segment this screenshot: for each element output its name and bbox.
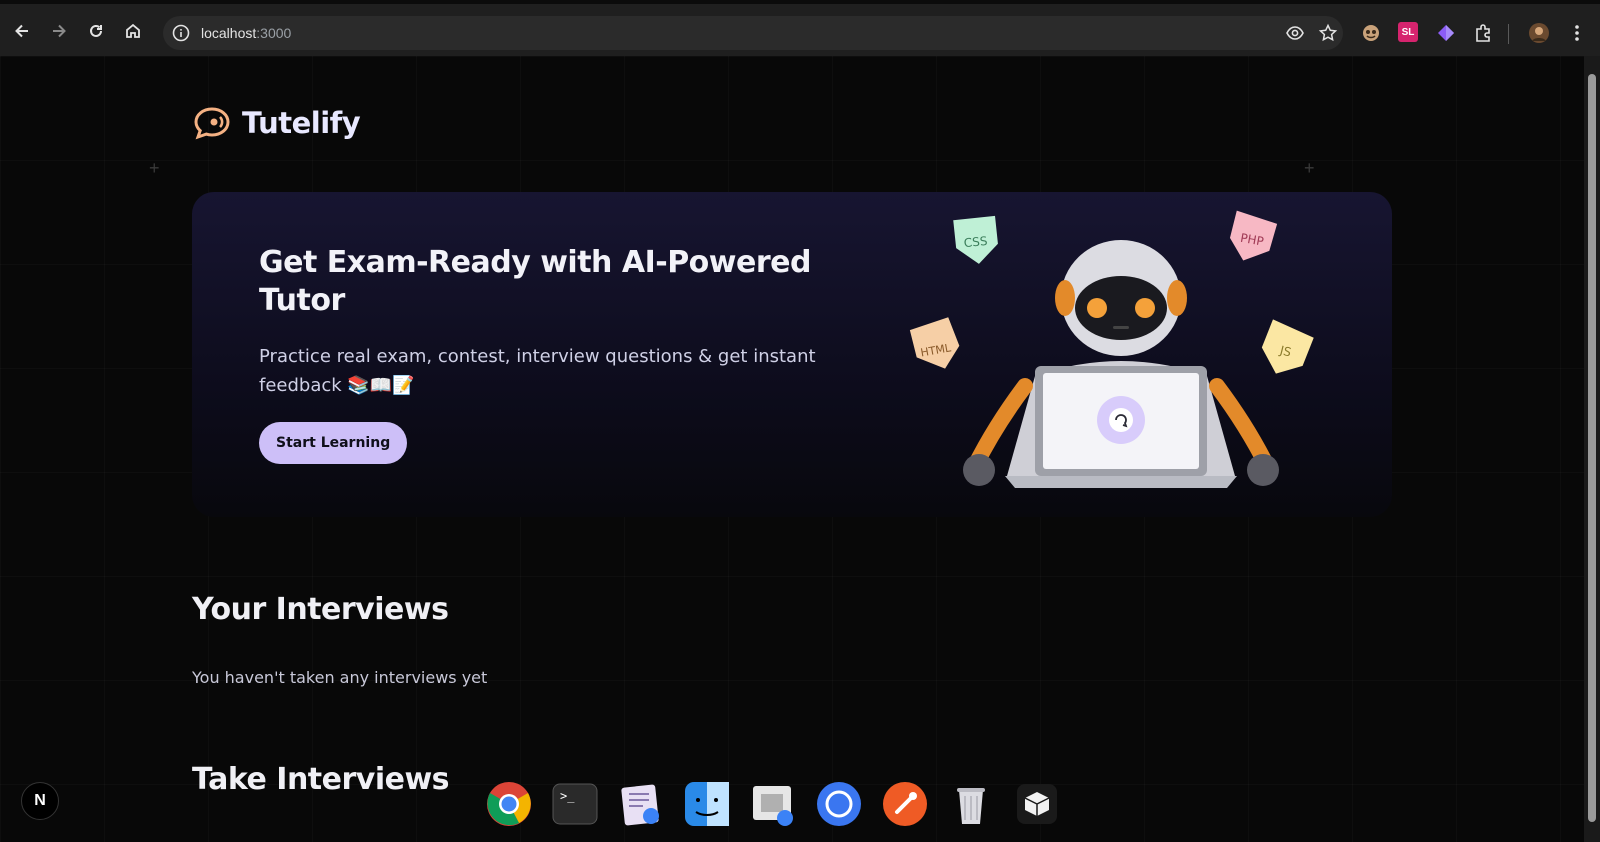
- home-icon[interactable]: [121, 19, 145, 43]
- trash-icon[interactable]: [946, 779, 996, 829]
- extension-diamond-icon[interactable]: [1435, 22, 1457, 44]
- site-info-icon[interactable]: [171, 23, 191, 43]
- brand-name: Tutelify: [242, 106, 361, 140]
- svg-text:>_: >_: [560, 789, 575, 803]
- page-scrollbar[interactable]: [1584, 56, 1600, 842]
- finder-icon[interactable]: [682, 779, 732, 829]
- extensions-puzzle-icon[interactable]: [1472, 22, 1494, 44]
- url-host: localhost: [201, 25, 257, 41]
- back-icon[interactable]: [10, 19, 34, 43]
- nextjs-dev-badge[interactable]: N: [21, 782, 59, 820]
- eye-icon[interactable]: [1285, 23, 1305, 43]
- signal-icon[interactable]: [814, 779, 864, 829]
- start-learning-button[interactable]: Start Learning: [259, 422, 408, 464]
- extension-cookie-icon[interactable]: [1360, 22, 1382, 44]
- script-editor-icon[interactable]: [616, 779, 666, 829]
- hero-title: Get Exam-Ready with AI-Powered Tutor: [259, 245, 811, 318]
- menu-kebab-icon[interactable]: [1566, 22, 1588, 44]
- scrollbar-thumb[interactable]: [1588, 74, 1596, 822]
- html-badge-icon: HTML: [909, 317, 960, 369]
- page-viewport: + + Tutelify Get Exam-Ready with AI-Powe…: [0, 56, 1584, 842]
- forward-icon[interactable]: [47, 19, 71, 43]
- terminal-icon[interactable]: >_: [550, 779, 600, 829]
- extension-sl-label: SL: [1398, 22, 1418, 42]
- chrome-icon[interactable]: [484, 779, 534, 829]
- sparkle-icon: +: [1304, 158, 1315, 178]
- js-badge-icon: JS: [1261, 319, 1314, 374]
- dock: >_: [484, 777, 1062, 831]
- chat-bubble-logo-icon: [194, 107, 230, 140]
- profile-avatar[interactable]: [1528, 22, 1550, 44]
- box-icon[interactable]: [1012, 779, 1062, 829]
- css-badge-label: CSS: [963, 234, 988, 250]
- robot-illustration: CSS PHP HTML JS: [909, 210, 1314, 488]
- php-badge-icon: PHP: [1229, 210, 1278, 261]
- postman-icon[interactable]: [880, 779, 930, 829]
- url-text: localhost:3000: [201, 25, 291, 41]
- star-icon[interactable]: [1318, 23, 1338, 43]
- address-bar[interactable]: localhost:3000: [163, 16, 1343, 50]
- extension-sl-icon[interactable]: SL: [1398, 22, 1420, 44]
- preview-icon[interactable]: [748, 779, 798, 829]
- your-interviews-empty-text: You haven't taken any interviews yet: [192, 668, 488, 687]
- brand-logo[interactable]: Tutelify: [192, 106, 361, 140]
- browser-toolbar: localhost:3000 SL: [0, 0, 1600, 56]
- url-port: :3000: [256, 25, 292, 41]
- toolbar-divider: [1508, 24, 1509, 44]
- your-interviews-title: Your Interviews: [192, 592, 449, 627]
- sparkle-icon: +: [149, 158, 160, 178]
- reload-icon[interactable]: [84, 19, 108, 43]
- hero-subtitle: Practice real exam, contest, interview q…: [259, 346, 816, 396]
- css-badge-icon: CSS: [953, 215, 998, 264]
- take-interviews-title: Take Interviews: [192, 762, 450, 797]
